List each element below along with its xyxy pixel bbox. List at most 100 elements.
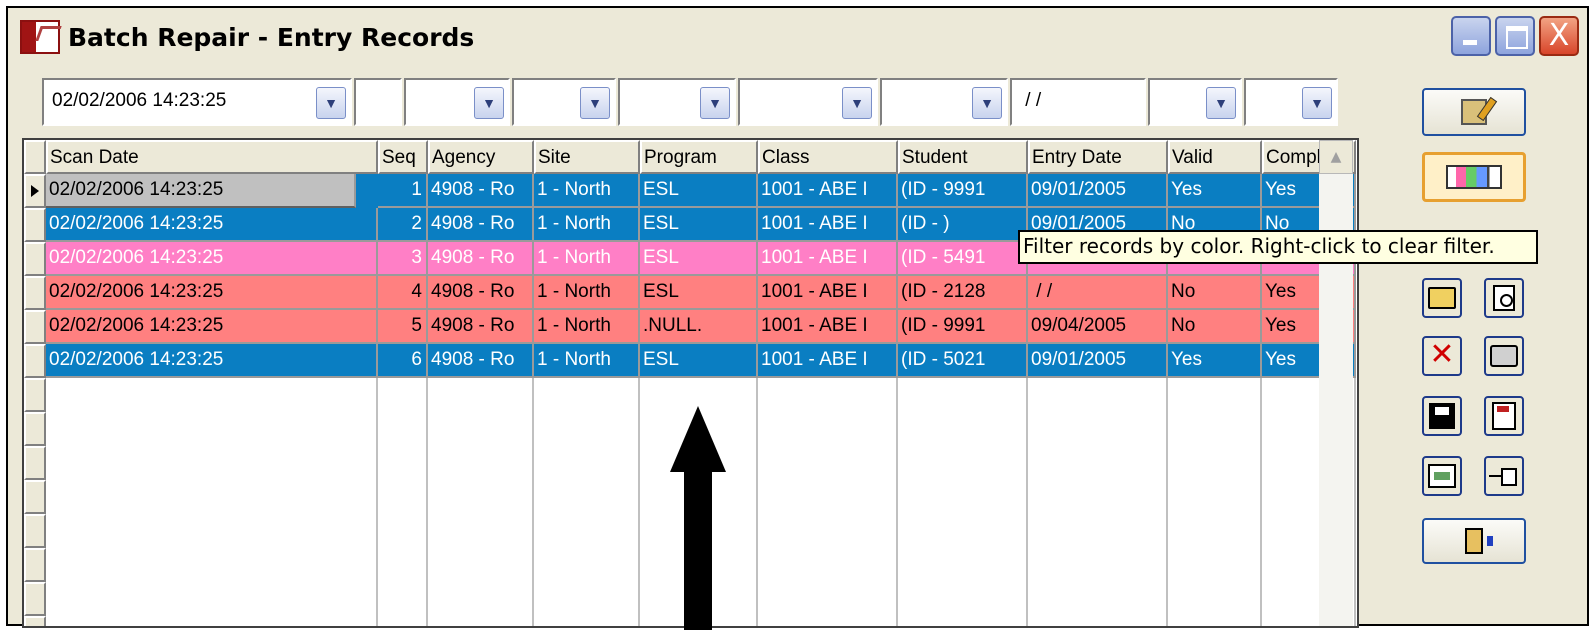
cell-class[interactable]: 1001 - ABE I	[758, 242, 898, 276]
class-filter[interactable]: ▼	[738, 78, 878, 126]
open-button[interactable]	[1422, 278, 1462, 318]
cell-student[interactable]: (ID - 9991	[898, 174, 1028, 208]
cell-scan-date[interactable]: 02/02/2006 14:23:25	[46, 242, 378, 276]
minimize-icon[interactable]	[1451, 16, 1491, 56]
seq-filter[interactable]	[354, 78, 402, 126]
edit-button[interactable]	[1422, 88, 1526, 136]
row-selector[interactable]	[24, 310, 46, 344]
cell-program[interactable]: ESL	[640, 242, 758, 276]
column-header-scan-date[interactable]: Scan Date	[46, 140, 378, 174]
cell-agency[interactable]: 4908 - Ro	[428, 344, 534, 378]
site-filter[interactable]: ▼	[512, 78, 616, 126]
table-row[interactable]: 02/02/2006 14:23:25 6 4908 - Ro 1 - North ES…	[46, 344, 1356, 378]
cell-site[interactable]: 1 - North	[534, 242, 640, 276]
cell-scan-date[interactable]: 02/02/2006 14:23:25	[46, 344, 378, 378]
cell-program[interactable]: .NULL.	[640, 310, 758, 344]
cell-student[interactable]: (ID - 5491	[898, 242, 1028, 276]
cell-agency[interactable]: 4908 - Ro	[428, 310, 534, 344]
table-row[interactable]: 02/02/2006 14:23:25 4 4908 - Ro 1 - North ES…	[46, 276, 1356, 310]
column-header-entry-date[interactable]: Entry Date	[1028, 140, 1168, 174]
row-selector[interactable]	[24, 412, 46, 446]
entry-date-filter[interactable]: / /	[1010, 78, 1146, 126]
cell-student[interactable]: (ID - )	[898, 208, 1028, 242]
cell-agency[interactable]: 4908 - Ro	[428, 242, 534, 276]
row-selector[interactable]	[24, 378, 46, 412]
row-selector[interactable]	[24, 446, 46, 480]
title-bar[interactable]: Batch Repair - Entry Records X	[8, 8, 1587, 66]
cell-valid[interactable]: No	[1168, 276, 1262, 310]
complete-filter[interactable]: ▼	[1244, 78, 1338, 126]
cell-program[interactable]: ESL	[640, 344, 758, 378]
preview-button[interactable]	[1484, 278, 1524, 318]
column-header-student[interactable]: Student	[898, 140, 1028, 174]
cell-student[interactable]: (ID - 5021	[898, 344, 1028, 378]
cell-entry-date[interactable]: / /	[1028, 276, 1168, 310]
stamp-button[interactable]	[1422, 456, 1462, 496]
color-filter-button[interactable]	[1422, 152, 1526, 202]
cell-seq[interactable]: 3	[378, 242, 428, 276]
chevron-down-icon[interactable]: ▼	[842, 87, 872, 119]
cell-scan-date[interactable]: 02/02/2006 14:23:25	[46, 174, 356, 208]
cell-scan-date[interactable]: 02/02/2006 14:23:25	[46, 276, 378, 310]
column-header-site[interactable]: Site	[534, 140, 640, 174]
column-header-valid[interactable]: Valid	[1168, 140, 1262, 174]
cell-entry-date[interactable]: 09/01/2005	[1028, 344, 1168, 378]
table-row[interactable]: 02/02/2006 14:23:25 5 4908 - Ro 1 - North .N…	[46, 310, 1356, 344]
chevron-down-icon[interactable]: ▼	[700, 87, 730, 119]
row-selector[interactable]	[24, 208, 46, 242]
cell-class[interactable]: 1001 - ABE I	[758, 344, 898, 378]
delete-button[interactable]: ✕	[1422, 336, 1462, 376]
print-button[interactable]	[1484, 336, 1524, 376]
cell-student[interactable]: (ID - 2128	[898, 276, 1028, 310]
agency-filter[interactable]: ▼	[404, 78, 510, 126]
report-button[interactable]	[1484, 396, 1524, 436]
chevron-down-icon[interactable]: ▼	[1302, 87, 1332, 119]
cell-entry-date[interactable]: 09/01/2005	[1028, 174, 1168, 208]
row-selector[interactable]	[24, 616, 46, 626]
save-button[interactable]	[1422, 396, 1462, 436]
row-selector[interactable]	[24, 276, 46, 310]
cell-program[interactable]: ESL	[640, 174, 758, 208]
pin-button[interactable]	[1484, 456, 1524, 496]
cell-class[interactable]: 1001 - ABE I	[758, 208, 898, 242]
cell-site[interactable]: 1 - North	[534, 310, 640, 344]
column-header-class[interactable]: Class	[758, 140, 898, 174]
cell-site[interactable]: 1 - North	[534, 276, 640, 310]
cell-entry-date[interactable]: 09/04/2005	[1028, 310, 1168, 344]
cell-site[interactable]: 1 - North	[534, 344, 640, 378]
cell-seq[interactable]: 4	[378, 276, 428, 310]
cell-seq[interactable]: 5	[378, 310, 428, 344]
cell-seq[interactable]: 2	[378, 208, 428, 242]
cell-valid[interactable]: No	[1168, 310, 1262, 344]
cell-site[interactable]: 1 - North	[534, 174, 640, 208]
cell-class[interactable]: 1001 - ABE I	[758, 310, 898, 344]
chevron-down-icon[interactable]: ▼	[474, 87, 504, 119]
cell-site[interactable]: 1 - North	[534, 208, 640, 242]
column-header-program[interactable]: Program	[640, 140, 758, 174]
cell-seq[interactable]: 6	[378, 344, 428, 378]
cell-valid[interactable]: Yes	[1168, 344, 1262, 378]
row-selector[interactable]	[24, 548, 46, 582]
cell-student[interactable]: (ID - 9991	[898, 310, 1028, 344]
cell-scan-date[interactable]: 02/02/2006 14:23:25	[46, 310, 378, 344]
cell-class[interactable]: 1001 - ABE I	[758, 276, 898, 310]
scroll-up-icon[interactable]: ▲	[1319, 140, 1353, 174]
row-selector[interactable]	[24, 174, 46, 208]
program-filter[interactable]: ▼	[618, 78, 736, 126]
row-selector[interactable]	[24, 242, 46, 276]
cell-agency[interactable]: 4908 - Ro	[428, 276, 534, 310]
cell-agency[interactable]: 4908 - Ro	[428, 174, 534, 208]
maximize-icon[interactable]	[1495, 16, 1535, 56]
column-header-agency[interactable]: Agency	[428, 140, 534, 174]
row-selector[interactable]	[24, 344, 46, 378]
row-selector[interactable]	[24, 480, 46, 514]
chevron-down-icon[interactable]: ▼	[1206, 87, 1236, 119]
cell-program[interactable]: ESL	[640, 276, 758, 310]
row-selector[interactable]	[24, 582, 46, 616]
exit-button[interactable]	[1422, 518, 1526, 564]
row-selector[interactable]	[24, 514, 46, 548]
chevron-down-icon[interactable]: ▼	[972, 87, 1002, 119]
table-row[interactable]: 02/02/2006 14:23:25 1 4908 - Ro 1 - North ES…	[46, 174, 1356, 208]
cell-program[interactable]: ESL	[640, 208, 758, 242]
valid-filter[interactable]: ▼	[1148, 78, 1242, 126]
